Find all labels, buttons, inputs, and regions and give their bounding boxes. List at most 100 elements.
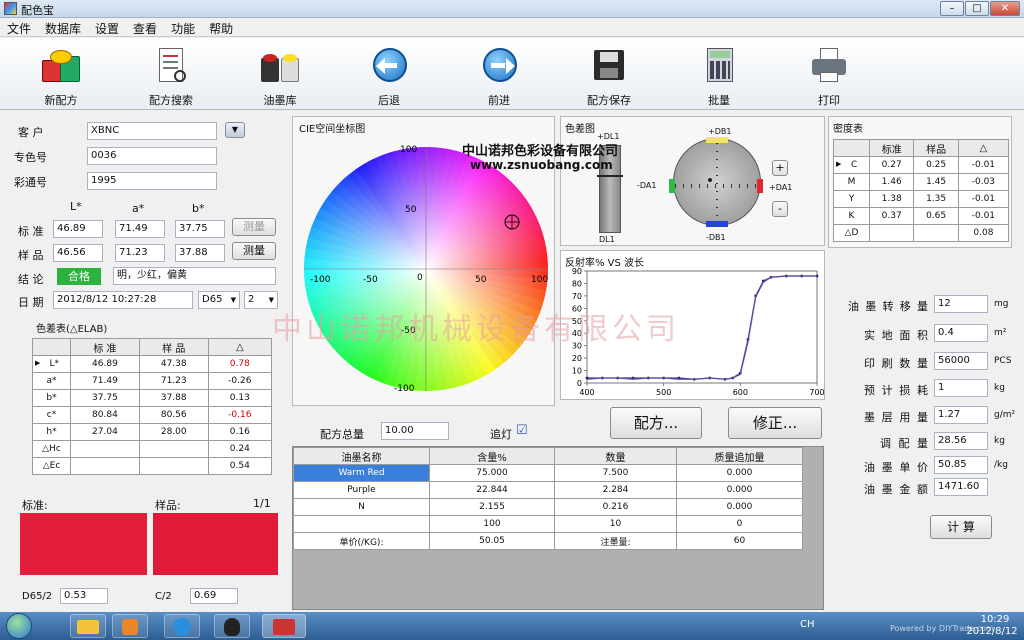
table-row[interactable]: Purple 22.844 2.284 0.000 <box>293 481 803 499</box>
ink-name-cell[interactable]: Purple <box>293 481 430 499</box>
calc-label: 油墨转移量 <box>848 300 928 313</box>
measure-standard-button[interactable]: 测量 <box>232 218 276 236</box>
calc-input[interactable]: 56000 <box>934 352 988 370</box>
table-cell[interactable]: 75.000 <box>429 464 555 482</box>
table-cell <box>70 457 140 475</box>
standard-l-input[interactable]: 46.89 <box>53 220 103 238</box>
standard-color-swatch <box>20 513 147 575</box>
maximize-button[interactable]: □ <box>965 1 989 16</box>
tool-label: 配方保存 <box>587 94 631 107</box>
table-row[interactable]: M 1.46 1.45 -0.03 <box>833 173 1010 191</box>
date-input[interactable]: 2012/8/12 10:27:28 <box>53 291 193 309</box>
table-row[interactable]: △D 0.08 <box>833 224 1010 242</box>
cie-tick-x: -50 <box>363 275 378 285</box>
table-row[interactable]: N 2.155 0.216 0.000 <box>293 498 803 516</box>
formula-search-button[interactable]: 配方搜索 <box>128 38 214 110</box>
table-row[interactable]: b* 37.75 37.88 0.13 <box>32 389 273 407</box>
ink-name-cell[interactable]: N <box>293 498 430 516</box>
d65-value: 0.53 <box>60 588 108 604</box>
table-row[interactable]: △Ec 0.54 <box>32 457 273 475</box>
zoom-out-button[interactable]: - <box>772 201 788 217</box>
row-label: h* <box>32 423 71 441</box>
customer-input[interactable]: XBNC <box>87 122 217 140</box>
menu-database[interactable]: 数据库 <box>38 18 88 39</box>
menu-settings[interactable]: 设置 <box>88 18 126 39</box>
calc-input[interactable]: 50.85 <box>934 456 988 474</box>
customer-dropdown-button[interactable]: ▼ <box>225 122 245 138</box>
b-header: b* <box>192 202 205 215</box>
formula-amount-input[interactable]: 10.00 <box>381 422 449 440</box>
menu-function[interactable]: 功能 <box>164 18 202 39</box>
taskbar-thunder-icon[interactable] <box>164 614 200 638</box>
print-button[interactable]: 打印 <box>786 38 872 110</box>
table-cell: 80.84 <box>70 406 140 424</box>
zoom-in-button[interactable]: + <box>772 160 788 176</box>
sample-l-input[interactable]: 46.56 <box>53 244 103 262</box>
table-cell[interactable]: 0.000 <box>676 481 803 499</box>
batch-button[interactable]: 批量 <box>676 38 762 110</box>
sample-color-swatch <box>153 513 278 575</box>
table-row[interactable]: K 0.37 0.65 -0.01 <box>833 207 1010 225</box>
start-button[interactable] <box>6 613 32 639</box>
calc-input[interactable]: 12 <box>934 295 988 313</box>
illuminant-select[interactable]: D65 ▼ <box>198 291 240 309</box>
ink-library-button[interactable]: 油墨库 <box>237 38 323 110</box>
measure-sample-button[interactable]: 测量 <box>232 242 276 260</box>
diff-point-marker <box>708 178 712 182</box>
standard-a-input[interactable]: 71.49 <box>115 220 165 238</box>
table-cell[interactable]: 22.844 <box>429 481 555 499</box>
sample-b-input[interactable]: 37.88 <box>175 244 225 262</box>
table-row[interactable]: △Hc 0.24 <box>32 440 273 458</box>
light-checkbox[interactable]: ☑ <box>516 423 528 438</box>
table-row[interactable]: h* 27.04 28.00 0.16 <box>32 423 273 441</box>
forward-button[interactable]: 前进 <box>456 38 542 110</box>
formula-button[interactable]: 配方... <box>610 407 702 439</box>
table-cell[interactable]: 2.284 <box>554 481 677 499</box>
calculate-button[interactable]: 计 算 <box>930 515 992 539</box>
table-row[interactable]: c* 80.84 80.56 -0.16 <box>32 406 273 424</box>
language-indicator[interactable]: CH <box>800 619 815 630</box>
menu-view[interactable]: 查看 <box>126 18 164 39</box>
table-row[interactable]: a* 71.49 71.23 -0.26 <box>32 372 273 390</box>
correct-button[interactable]: 修正... <box>728 407 822 439</box>
minimize-button[interactable]: – <box>940 1 964 16</box>
table-cell <box>138 440 209 458</box>
table-cell[interactable]: 0.216 <box>554 498 677 516</box>
calc-input[interactable]: 0.4 <box>934 324 988 342</box>
row-label: c* <box>32 406 71 424</box>
table-cell: -0.01 <box>957 156 1010 174</box>
save-formula-button[interactable]: 配方保存 <box>566 38 652 110</box>
calc-input[interactable]: 1 <box>934 379 988 397</box>
table-cell[interactable]: 0.000 <box>676 464 803 482</box>
taskbar-folder-icon[interactable] <box>70 614 106 638</box>
standard-b-input[interactable]: 37.75 <box>175 220 225 238</box>
sample-a-input[interactable]: 71.23 <box>115 244 165 262</box>
taskbar-media-icon[interactable] <box>112 614 148 638</box>
tool-label: 后退 <box>378 94 400 107</box>
table-cell[interactable]: 0.000 <box>676 498 803 516</box>
table-row[interactable]: ▶ L* 46.89 47.38 0.78 <box>32 355 273 373</box>
table-row[interactable]: Y 1.38 1.35 -0.01 <box>833 190 1010 208</box>
table-cell: 1.35 <box>913 190 959 208</box>
calc-input[interactable]: 28.56 <box>934 432 988 450</box>
menu-file[interactable]: 文件 <box>0 18 38 39</box>
pantone-input[interactable]: 1995 <box>87 172 217 190</box>
row-label: ▶ C <box>833 156 870 174</box>
back-button[interactable]: 后退 <box>346 38 432 110</box>
header-cell <box>32 338 71 356</box>
new-formula-button[interactable]: 新配方 <box>18 38 104 110</box>
taskbar-qq-icon[interactable] <box>214 614 250 638</box>
taskbar-app-icon[interactable] <box>262 614 306 638</box>
tool-label: 批量 <box>708 94 730 107</box>
table-cell: -0.01 <box>957 190 1010 208</box>
color-no-input[interactable]: 0036 <box>87 147 217 165</box>
ink-name-cell[interactable]: Warm Red <box>293 464 430 482</box>
table-cell[interactable]: 7.500 <box>554 464 677 482</box>
table-row[interactable]: Warm Red 75.000 7.500 0.000 <box>293 464 803 482</box>
calc-input[interactable]: 1.27 <box>934 406 988 424</box>
table-row[interactable]: ▶ C 0.27 0.25 -0.01 <box>833 156 1010 174</box>
menu-help[interactable]: 帮助 <box>202 18 240 39</box>
close-button[interactable]: ✕ <box>990 1 1020 16</box>
table-cell[interactable]: 2.155 <box>429 498 555 516</box>
calc-input[interactable]: 1471.60 <box>934 478 988 496</box>
